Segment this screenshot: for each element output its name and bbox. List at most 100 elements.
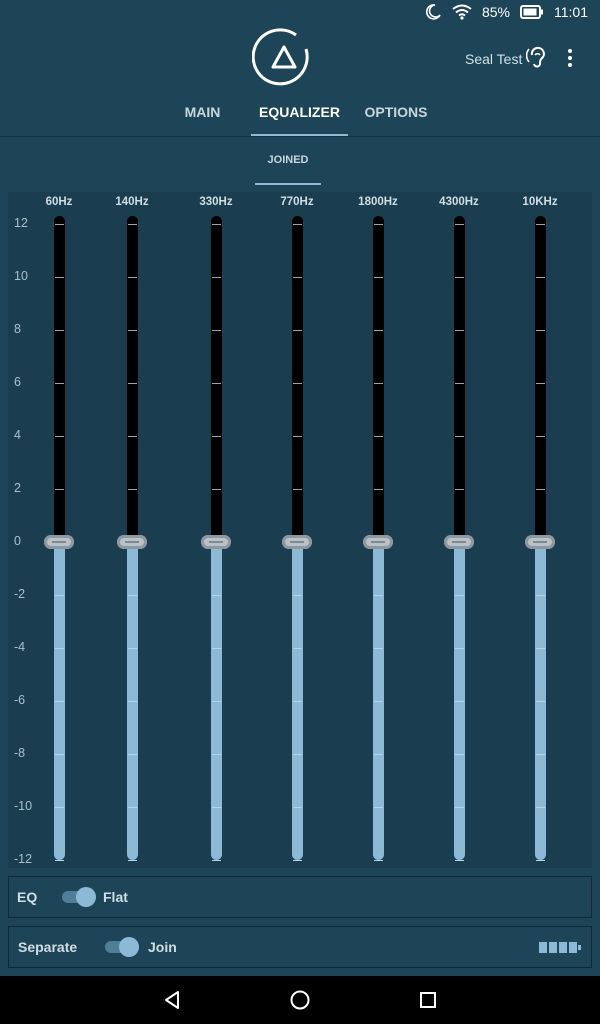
gain-scale-label: -6 [14, 693, 26, 707]
slider-tick [535, 489, 545, 490]
slider-tick [454, 489, 464, 490]
slider-tick [127, 383, 137, 384]
slider-track-upper [291, 216, 303, 542]
slider-tick [373, 595, 383, 596]
slider-knob[interactable] [117, 535, 147, 549]
slider-tick [211, 595, 221, 596]
slider-tick [454, 807, 464, 808]
slider-knob[interactable] [363, 535, 393, 549]
slider-tick [373, 489, 383, 490]
sub-tabs: JOINED [0, 136, 600, 185]
slider-tick [127, 277, 137, 278]
slider-tick [454, 701, 464, 702]
slider-track-upper [53, 216, 65, 542]
slider-tick [292, 807, 302, 808]
slider-tick [535, 807, 545, 808]
join-mode-row: Separate Join [8, 926, 592, 968]
slider-tick [127, 224, 137, 225]
slider-tick [535, 860, 545, 861]
slider-tick [54, 595, 64, 596]
system-nav-bar [0, 976, 600, 1024]
slider-tick [535, 595, 545, 596]
slider-tick [373, 277, 383, 278]
slider-tick [454, 754, 464, 755]
app-logo-icon [251, 27, 312, 87]
slider-tick [54, 277, 64, 278]
slider-track-upper [210, 216, 222, 542]
slider-tick [292, 224, 302, 225]
slider-tick [292, 595, 302, 596]
slider-tick [127, 860, 137, 861]
slider-tick [127, 436, 137, 437]
tab-main[interactable]: MAIN [170, 96, 235, 136]
slider-tick [373, 648, 383, 649]
slider-tick [54, 860, 64, 861]
slider-tick [292, 701, 302, 702]
device-indicator[interactable]: Seal Test [465, 46, 546, 71]
app-header: Seal Test MAIN EQUALIZER OPTIONS [0, 24, 600, 136]
gain-scale-label: -10 [14, 799, 33, 813]
slider-knob[interactable] [525, 535, 555, 549]
slider-knob[interactable] [282, 535, 312, 549]
slider-tick [211, 860, 221, 861]
slider-tick [373, 224, 383, 225]
gain-scale-label: 10 [14, 269, 28, 283]
slider-knob[interactable] [444, 535, 474, 549]
slider-tick [292, 489, 302, 490]
slider-tick [54, 330, 64, 331]
equalizer-panel: 60Hz 140Hz 330Hz 770Hz 1800Hz 4300Hz 10KHz 12 10… [8, 192, 592, 868]
slider-tick [535, 754, 545, 755]
hearing-icon [526, 46, 546, 71]
more-vert-icon[interactable] [561, 46, 579, 70]
home-icon[interactable] [288, 988, 312, 1012]
slider-tick [535, 648, 545, 649]
slider-tick [292, 330, 302, 331]
slider-tick [535, 330, 545, 331]
band-label: 140Hz [115, 196, 149, 208]
join-toggle-thumb [119, 937, 139, 957]
slider-tick [373, 436, 383, 437]
slider-tick [454, 277, 464, 278]
slider-tick [454, 595, 464, 596]
slider-tick [127, 807, 137, 808]
recents-icon[interactable] [416, 988, 440, 1012]
slider-tick [211, 330, 221, 331]
slider-track-upper [126, 216, 138, 542]
eq-preset-row: EQ Flat [8, 876, 592, 918]
join-toggle[interactable] [105, 937, 139, 957]
slider-tick [454, 436, 464, 437]
slider-tick [127, 330, 137, 331]
tab-equalizer[interactable]: EQUALIZER [251, 96, 348, 136]
slider-tick [454, 330, 464, 331]
slider-tick [292, 648, 302, 649]
slider-tick [454, 860, 464, 861]
slider-tick [211, 489, 221, 490]
tab-options[interactable]: OPTIONS [360, 96, 432, 136]
gain-scale-label: 0 [14, 534, 21, 548]
slider-tick [54, 224, 64, 225]
back-icon[interactable] [160, 988, 184, 1012]
slider-tick [535, 701, 545, 702]
eq-toggle[interactable] [62, 887, 96, 907]
slider-tick [211, 383, 221, 384]
slider-tick [54, 648, 64, 649]
slider-tick [292, 277, 302, 278]
slider-tick [211, 648, 221, 649]
slider-knob[interactable] [44, 535, 74, 549]
separate-label: Separate [18, 939, 78, 955]
main-tabs: MAIN EQUALIZER OPTIONS [0, 96, 600, 136]
band-label: 330Hz [199, 196, 233, 208]
slider-tick [373, 807, 383, 808]
slider-tick [373, 383, 383, 384]
slider-tick [373, 754, 383, 755]
slider-tick [127, 489, 137, 490]
slider-tick [373, 860, 383, 861]
clock: 11:01 [554, 4, 588, 20]
slider-knob[interactable] [201, 535, 231, 549]
slider-tick [127, 754, 137, 755]
slider-tick [373, 701, 383, 702]
slider-tick [211, 807, 221, 808]
subtab-joined[interactable]: JOINED [255, 137, 321, 185]
slider-tick [535, 383, 545, 384]
device-battery-icon [539, 941, 583, 960]
